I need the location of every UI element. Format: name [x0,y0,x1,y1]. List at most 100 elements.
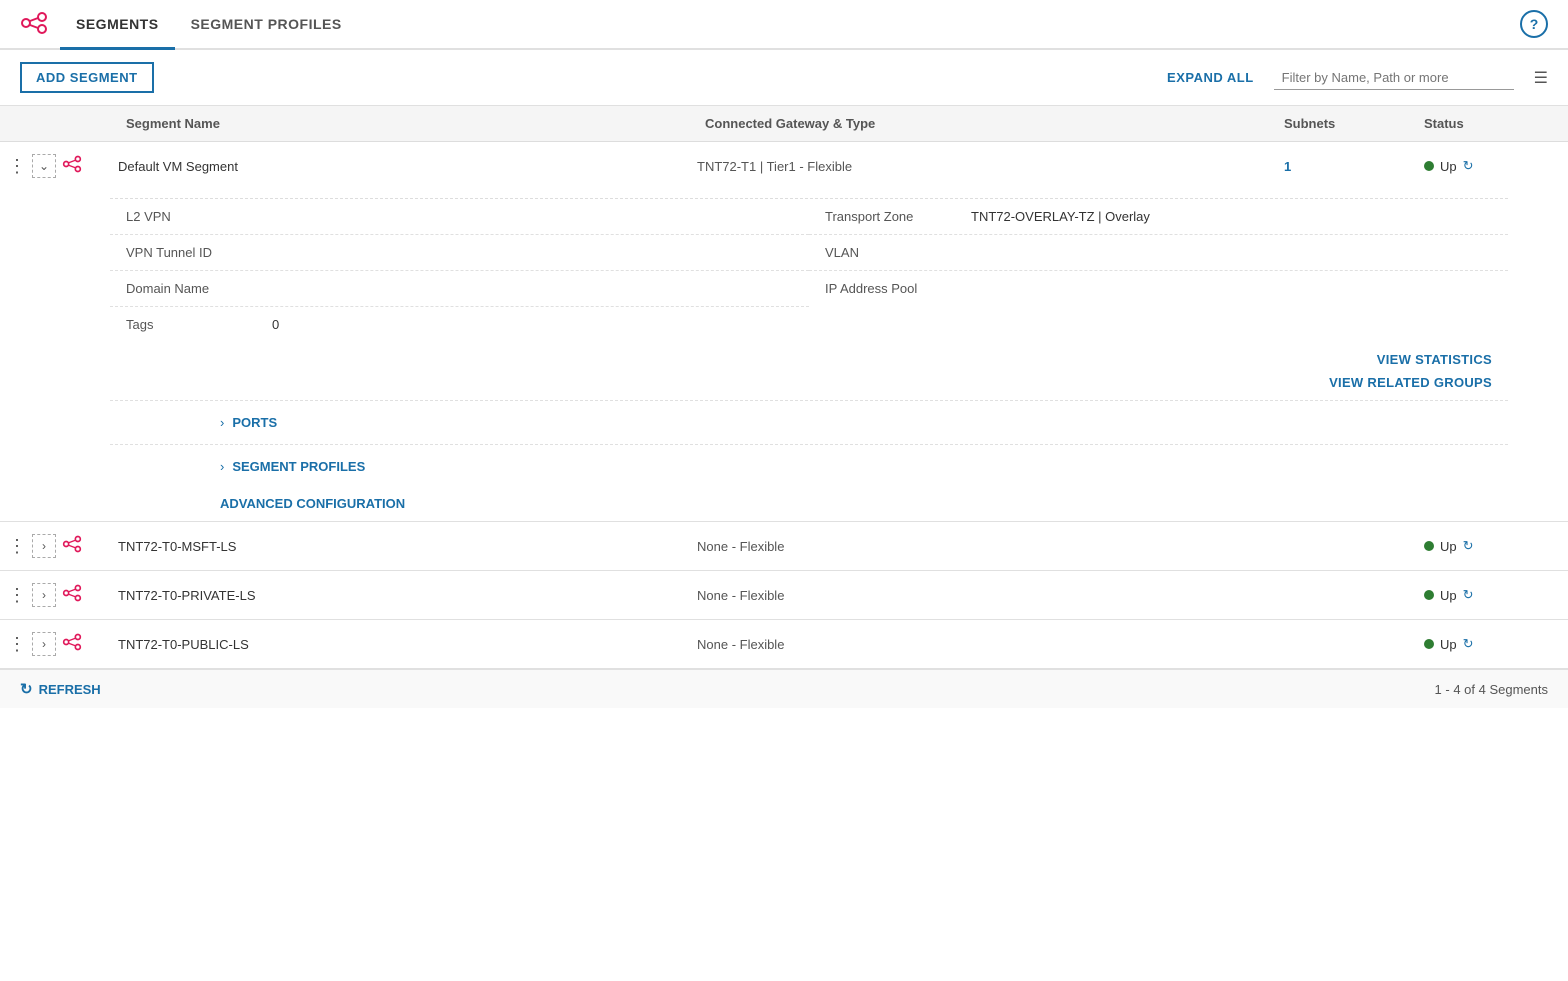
detail-actions: VIEW STATISTICS VIEW RELATED GROUPS [809,342,1508,400]
toolbar: ADD SEGMENT EXPAND ALL ☰ [0,50,1568,106]
detail-left-col: L2 VPN VPN Tunnel ID Domain Name Tags 0 [110,199,809,342]
gateway-type-2: None - Flexible [689,539,1268,554]
status-dot-4 [1424,639,1434,649]
add-segment-button[interactable]: ADD SEGMENT [20,62,154,93]
tab-segments[interactable]: SEGMENTS [60,0,175,50]
status-2: Up ↻ [1408,538,1568,554]
status-3: Up ↻ [1408,587,1568,603]
refresh-button[interactable]: ↻ REFRESH [20,680,101,698]
row-main-1: ⋮ ⌄ Default VM Segment TNT72-T1 | Tier1 … [0,142,1568,190]
ports-chevron[interactable]: › [220,415,224,430]
row-expand-button[interactable]: ⌄ [32,154,56,178]
segment-name-1: Default VM Segment [110,159,689,174]
segment-profiles-chevron[interactable]: › [220,459,224,474]
subnets-link-1[interactable]: 1 [1284,159,1291,174]
detail-value-transport-zone: TNT72-OVERLAY-TZ | Overlay [971,209,1150,224]
table-header: Segment Name Connected Gateway & Type Su… [0,106,1568,142]
refresh-icon: ↻ [20,680,33,698]
ports-row: › PORTS [220,411,1508,434]
table-row: ⋮ › TNT72-T0-PUBLIC-LS None - Flexible [0,620,1568,669]
refresh-row-icon-1[interactable]: ↻ [1463,158,1474,174]
segment-profiles-label[interactable]: SEGMENT PROFILES [232,459,365,474]
row-actions-4: ⋮ › [0,632,110,657]
detail-transport-zone: Transport Zone TNT72-OVERLAY-TZ | Overla… [809,199,1508,235]
filter-input[interactable] [1274,66,1514,90]
row-actions-2: ⋮ › [0,534,110,559]
detail-label-tags: Tags [126,317,256,332]
segment-profiles-section: › SEGMENT PROFILES [110,444,1508,488]
tab-segment-profiles[interactable]: SEGMENT PROFILES [175,0,358,49]
segment-name-4: TNT72-T0-PUBLIC-LS [110,637,689,652]
logo-icon [20,11,48,38]
detail-l2vpn: L2 VPN [110,199,809,235]
col-status: Status [1408,116,1568,131]
filter-icon[interactable]: ☰ [1534,68,1548,88]
status-1: Up ↻ [1408,158,1568,174]
status-dot-2 [1424,541,1434,551]
detail-label-l2vpn: L2 VPN [126,209,256,224]
segment-icon [62,534,82,559]
footer: ↻ REFRESH 1 - 4 of 4 Segments [0,669,1568,708]
row-expand-button[interactable]: › [32,632,56,656]
row-menu-button[interactable]: ⋮ [8,586,26,604]
segment-profiles-row: › SEGMENT PROFILES [220,455,1508,478]
detail-tags: Tags 0 [110,307,809,342]
row-actions-3: ⋮ › [0,583,110,608]
gateway-type-4: None - Flexible [689,637,1268,652]
advanced-configuration-link[interactable]: ADVANCED CONFIGURATION [110,488,1508,521]
gateway-type-1: TNT72-T1 | Tier1 - Flexible [689,159,1268,174]
status-4: Up ↻ [1408,636,1568,652]
detail-label-vpntunnel: VPN Tunnel ID [126,245,256,260]
status-text-3: Up [1440,588,1457,603]
refresh-label[interactable]: REFRESH [39,682,101,697]
row-main-2: ⋮ › TNT72-T0-MSFT-LS None - Flexible [0,522,1568,570]
row-menu-button[interactable]: ⋮ [8,157,26,175]
footer-count: 1 - 4 of 4 Segments [1435,682,1548,697]
row-menu-button[interactable]: ⋮ [8,635,26,653]
row-expand-button[interactable]: › [32,534,56,558]
status-text-4: Up [1440,637,1457,652]
refresh-row-icon-4[interactable]: ↻ [1463,636,1474,652]
detail-label-vlan: VLAN [825,245,955,260]
detail-label-domainname: Domain Name [126,281,256,296]
segment-icon [62,583,82,608]
detail-grid-1: L2 VPN VPN Tunnel ID Domain Name Tags 0 [110,198,1508,400]
detail-domainname: Domain Name [110,271,809,307]
table-row: ⋮ › TNT72-T0-PRIVATE-LS None - Flexible [0,571,1568,620]
detail-right-col: Transport Zone TNT72-OVERLAY-TZ | Overla… [809,199,1508,342]
col-subnets: Subnets [1268,116,1408,131]
subnets-1: 1 [1268,159,1408,174]
detail-ip-address-pool: IP Address Pool [809,271,1508,306]
row-expand-button[interactable]: › [32,583,56,607]
col-actions [0,116,110,131]
detail-value-tags: 0 [272,317,279,332]
table-row: ⋮ ⌄ Default VM Segment TNT72-T1 | Tier1 … [0,142,1568,522]
row-menu-button[interactable]: ⋮ [8,537,26,555]
status-text-1: Up [1440,159,1457,174]
status-dot-3 [1424,590,1434,600]
table-row: ⋮ › TNT72-T0-MSFT-LS None - Flexible [0,522,1568,571]
detail-label-transport-zone: Transport Zone [825,209,955,224]
segment-name-3: TNT72-T0-PRIVATE-LS [110,588,689,603]
help-button[interactable]: ? [1520,10,1548,38]
segments-table: Segment Name Connected Gateway & Type Su… [0,106,1568,669]
refresh-row-icon-2[interactable]: ↻ [1463,538,1474,554]
col-segment-name: Segment Name [110,116,689,131]
expand-all-button[interactable]: EXPAND ALL [1167,70,1254,85]
ports-label[interactable]: PORTS [232,415,277,430]
segment-icon [62,154,82,179]
row-main-3: ⋮ › TNT72-T0-PRIVATE-LS None - Flexible [0,571,1568,619]
detail-vpntunnel: VPN Tunnel ID [110,235,809,271]
segment-name-2: TNT72-T0-MSFT-LS [110,539,689,554]
refresh-row-icon-3[interactable]: ↻ [1463,587,1474,603]
gateway-type-3: None - Flexible [689,588,1268,603]
status-text-2: Up [1440,539,1457,554]
detail-label-ip-address-pool: IP Address Pool [825,281,955,296]
row-actions-1: ⋮ ⌄ [0,154,110,179]
segment-icon [62,632,82,657]
ports-section: › PORTS [110,400,1508,444]
status-dot-1 [1424,161,1434,171]
view-statistics-button[interactable]: VIEW STATISTICS [1377,352,1492,367]
view-related-groups-button[interactable]: VIEW RELATED GROUPS [1329,375,1492,390]
row-main-4: ⋮ › TNT72-T0-PUBLIC-LS None - Flexible [0,620,1568,668]
